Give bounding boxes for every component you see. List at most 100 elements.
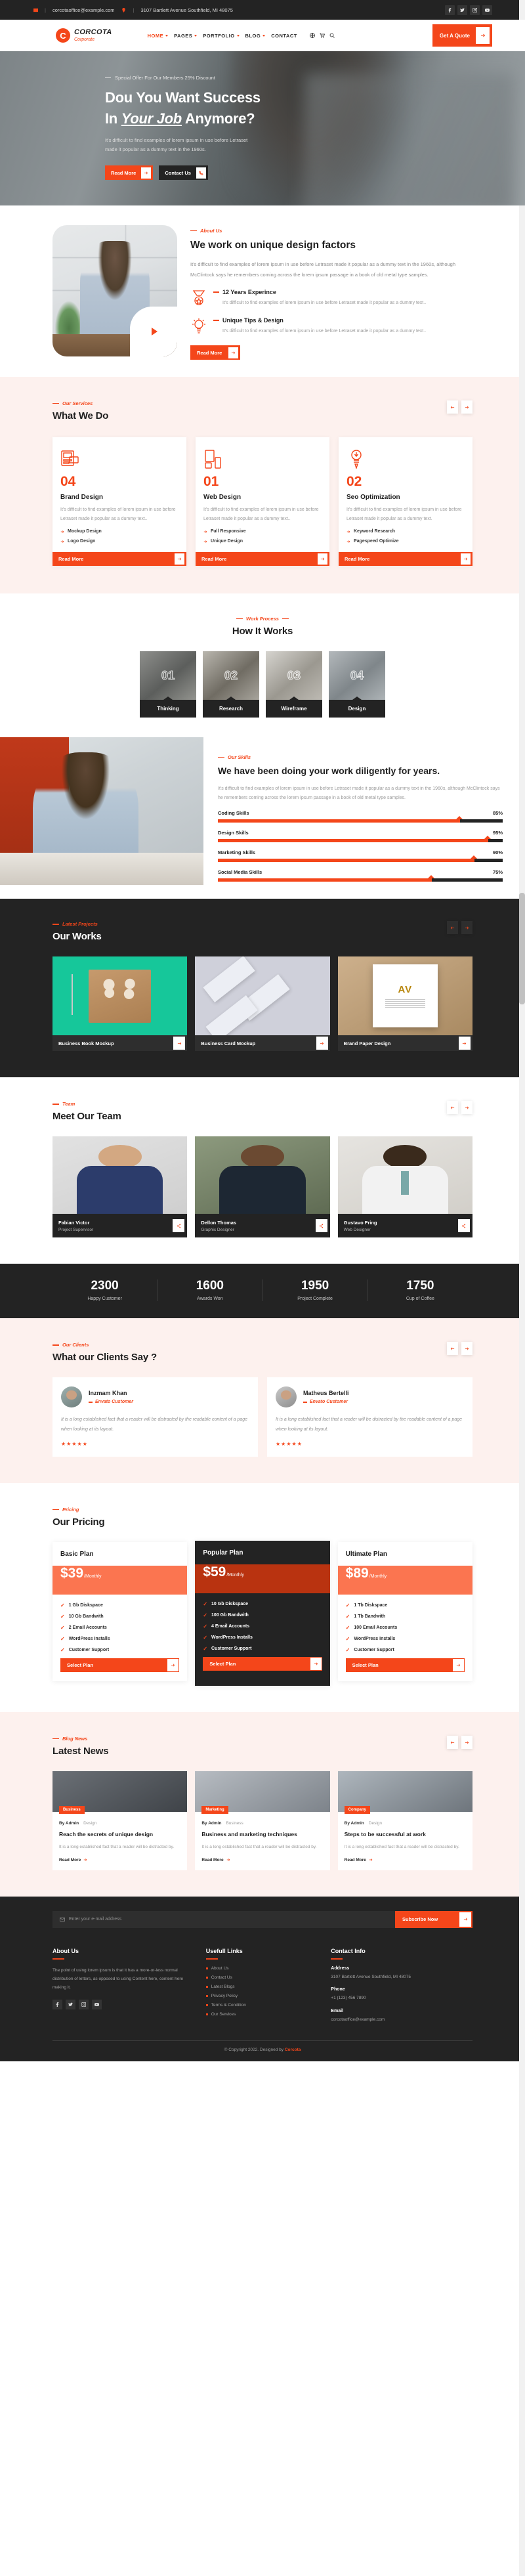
facebook-icon[interactable] [52, 1999, 62, 2009]
pricing-plan-card[interactable]: Basic Plan $39/Monthly ✓ 1 Gb Diskspace ✓… [52, 1542, 188, 1682]
footer-link[interactable]: Our Services [205, 2012, 320, 2017]
pricing-plan-card[interactable]: Popular Plan $59/Monthly ✓ 10 Gb Diskspac… [195, 1541, 330, 1686]
share-icon[interactable] [457, 1219, 470, 1233]
works-heading: Our Works [52, 931, 102, 943]
footer-link[interactable]: About Us [205, 1966, 320, 1971]
service-text: It's difficult to find examples of lorem… [203, 507, 319, 521]
skill-bar: Design Skills 95% [218, 830, 503, 843]
newsletter-email-input[interactable]: Enter your e-mail address [52, 1910, 395, 1928]
main-navigation: C CORCOTA Corporate HOME PAGES PORTFOLIO… [0, 20, 525, 53]
facebook-icon[interactable] [445, 5, 455, 15]
twitter-icon[interactable] [66, 1999, 75, 2009]
blog-read-more-link[interactable]: Read More [59, 1858, 180, 1862]
team-member-card[interactable]: Fabian Victor Project Supervisor [52, 1136, 188, 1238]
twitter-icon[interactable] [457, 5, 467, 15]
check-icon: ✓ [345, 1625, 350, 1631]
service-card[interactable]: 02 Seo Optimization It's difficult to fi… [339, 437, 472, 566]
work-card[interactable]: Business Card Mockup [195, 956, 330, 1052]
youtube-icon[interactable] [482, 5, 492, 15]
select-plan-button[interactable]: Select Plan [60, 1658, 180, 1673]
carousel-next-button[interactable] [461, 1342, 472, 1356]
carousel-prev-button[interactable] [447, 1101, 458, 1115]
subscribe-button[interactable]: Subscribe Now [395, 1910, 472, 1928]
arrow-right-icon [175, 553, 184, 565]
scrollbar-thumb[interactable] [519, 893, 525, 1004]
select-plan-button[interactable]: Select Plan [345, 1658, 465, 1673]
carousel-next-button[interactable] [461, 400, 472, 414]
process-step[interactable]: 03 Wireframe [266, 651, 322, 718]
team-member-card[interactable]: Gustavo Fring Web Designer [337, 1136, 472, 1238]
nav-item-home[interactable]: HOME [148, 33, 169, 39]
counters-section: 2300 Happy Customer 1600 Awards Won 1950 Pr… [0, 1264, 525, 1319]
service-card[interactable]: 01 Web Design It's difficult to find exa… [196, 437, 329, 566]
blog-post-card[interactable]: Company By Admin Design Steps to be succe… [337, 1771, 472, 1870]
carousel-next-button[interactable] [461, 1101, 472, 1115]
globe-icon[interactable] [309, 30, 315, 41]
footer-contact-value[interactable]: +1 (123) 456 7890 [331, 1994, 472, 2002]
testimonial-text: It is a long established fact that a rea… [276, 1417, 463, 1432]
blog-read-more-link[interactable]: Read More [345, 1858, 466, 1862]
about-read-more-button[interactable]: Read More [190, 345, 241, 360]
arrow-right-icon[interactable] [458, 1037, 471, 1050]
carousel-prev-button[interactable] [447, 1342, 458, 1356]
hero-contact-us-button[interactable]: Contact Us [159, 165, 208, 181]
footer-link[interactable]: Terms & Condition [205, 2003, 320, 2007]
service-list-item: Logo Design [60, 539, 178, 544]
footer-link[interactable]: Latest Blogs [205, 1985, 320, 1989]
play-video-button[interactable] [130, 307, 177, 356]
instagram-icon[interactable] [470, 5, 480, 15]
arrow-right-icon[interactable] [173, 1037, 186, 1050]
plan-name: Popular Plan [203, 1549, 243, 1557]
process-step[interactable]: 04 Design [329, 651, 385, 718]
footer-link[interactable]: Privacy Policy [205, 1994, 320, 1998]
youtube-icon[interactable] [92, 1999, 102, 2009]
hero-read-more-button[interactable]: Read More [105, 165, 154, 181]
service-read-more-button[interactable]: Read More [339, 552, 472, 566]
footer-link[interactable]: Contact Us [205, 1975, 320, 1980]
testimonial-card: Inzmam Khan Envato Customer It is a long… [52, 1377, 258, 1457]
devices-icon [203, 446, 322, 469]
blog-author: By Admin [201, 1821, 222, 1826]
nav-item-pages[interactable]: PAGES [174, 33, 198, 39]
carousel-prev-button[interactable] [447, 400, 458, 414]
service-list-item: Pagespeed Optimize [346, 539, 465, 544]
cart-icon[interactable] [320, 30, 325, 41]
nav-item-portfolio[interactable]: PORTFOLIO [203, 33, 240, 39]
work-card[interactable]: Business Book Mockup [52, 956, 188, 1052]
footer-contact-value[interactable]: corcotaoffice@example.com [331, 2016, 472, 2024]
check-icon: ✓ [203, 1635, 208, 1641]
process-step[interactable]: 01 Thinking [140, 651, 196, 718]
topbar-email[interactable]: corcotaoffice@example.com [52, 7, 115, 13]
counter-label: Happy Customer [87, 1297, 122, 1302]
nav-item-blog[interactable]: BLOG [245, 33, 266, 39]
select-plan-button[interactable]: Select Plan [203, 1657, 322, 1671]
pricing-plan-card[interactable]: Ultimate Plan $89/Monthly ✓ 1 Tb Diskspac… [337, 1542, 472, 1682]
nav-item-contact[interactable]: CONTACT [271, 33, 297, 39]
search-icon[interactable] [329, 30, 335, 41]
service-number: 01 [203, 474, 219, 489]
arrow-right-icon[interactable] [316, 1037, 328, 1050]
blog-read-more-link[interactable]: Read More [201, 1858, 323, 1862]
skills-eyebrow: Our Skills [218, 754, 503, 760]
share-icon[interactable] [173, 1219, 185, 1233]
brand-logo[interactable]: C CORCOTA Corporate [56, 28, 112, 43]
team-member-card[interactable]: Dellon Thomas Graphic Designer [195, 1136, 330, 1238]
skill-label: Social Media Skills [218, 869, 262, 876]
carousel-prev-button[interactable] [447, 1736, 458, 1750]
carousel-prev-button[interactable] [447, 921, 458, 935]
get-a-quote-button[interactable]: Get A Quote [432, 24, 492, 47]
carousel-next-button[interactable] [461, 1736, 472, 1750]
portfolio-section: Latest Projects Our Works Business Book … [0, 899, 525, 1078]
blog-post-card[interactable]: Marketing By Admin Business Business and … [195, 1771, 330, 1870]
service-read-more-button[interactable]: Read More [52, 552, 186, 566]
process-step[interactable]: 02 Research [203, 651, 259, 718]
carousel-next-button[interactable] [461, 921, 472, 935]
share-icon[interactable] [315, 1219, 327, 1233]
check-icon: ✓ [60, 1602, 65, 1609]
service-read-more-button[interactable]: Read More [196, 552, 329, 566]
work-card[interactable]: AV Brand Paper Design [337, 956, 472, 1052]
service-card[interactable]: 04 Brand Design It's difficult to find e… [52, 437, 186, 566]
instagram-icon[interactable] [79, 1999, 89, 2009]
page-scrollbar[interactable] [519, 0, 525, 2576]
blog-post-card[interactable]: Business By Admin Design Reach the secret… [52, 1771, 188, 1870]
